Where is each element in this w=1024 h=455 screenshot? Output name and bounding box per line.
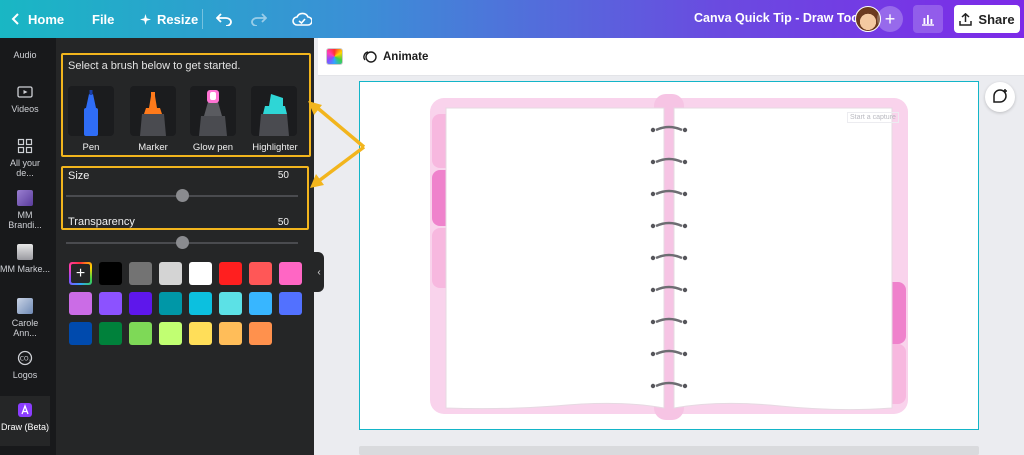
color-swatch[interactable] bbox=[99, 262, 122, 285]
color-swatch[interactable] bbox=[189, 262, 212, 285]
plus-icon: + bbox=[884, 8, 896, 29]
video-icon bbox=[17, 86, 33, 98]
undo-icon bbox=[216, 13, 232, 26]
document-title[interactable]: Canva Quick Tip - Draw Tool bbox=[694, 11, 862, 25]
color-swatch[interactable] bbox=[159, 292, 182, 315]
toolbar-divider bbox=[202, 9, 203, 29]
animate-button[interactable]: Animate bbox=[362, 49, 428, 64]
color-swatch[interactable] bbox=[99, 292, 122, 315]
save-status-button[interactable] bbox=[292, 0, 312, 38]
upload-icon bbox=[959, 12, 973, 26]
rail-label: All your de... bbox=[9, 158, 40, 178]
add-collaborator-button[interactable]: + bbox=[877, 6, 903, 32]
color-swatch[interactable] bbox=[129, 322, 152, 345]
color-swatch[interactable] bbox=[219, 292, 242, 315]
rail-label: Carole Ann... bbox=[11, 318, 39, 338]
side-rail: Audio Videos All your de... MM Brandi...… bbox=[0, 38, 56, 455]
rail-label: Audio bbox=[13, 50, 37, 60]
design-page[interactable]: Start a capture bbox=[359, 81, 979, 430]
color-swatch[interactable] bbox=[249, 262, 272, 285]
insights-button[interactable] bbox=[913, 5, 943, 33]
undo-button[interactable] bbox=[216, 0, 232, 38]
rail-item-draw[interactable]: Draw (Beta) bbox=[0, 396, 50, 446]
slider-highlight-box bbox=[61, 166, 309, 230]
top-bar: Home File Resize Canva Quick Tip - Draw … bbox=[0, 0, 1024, 38]
color-swatch[interactable] bbox=[129, 262, 152, 285]
planner-notebook-image bbox=[430, 94, 908, 420]
file-label: File bbox=[92, 11, 115, 27]
logo-icon: CO. bbox=[17, 350, 33, 366]
transparency-slider-handle[interactable] bbox=[175, 236, 189, 249]
share-button[interactable]: Share bbox=[954, 5, 1020, 33]
rail-label: MM Marke... bbox=[0, 264, 51, 274]
folder-thumb-icon bbox=[17, 298, 33, 314]
color-swatch[interactable] bbox=[69, 322, 92, 345]
sparkle-icon bbox=[140, 13, 151, 25]
rail-item-carole-ann[interactable]: Carole Ann... bbox=[0, 298, 50, 338]
redo-button[interactable] bbox=[251, 0, 267, 38]
rail-label: Logos bbox=[12, 370, 38, 380]
cloud-check-icon bbox=[292, 12, 312, 26]
color-swatch[interactable] bbox=[249, 292, 272, 315]
color-swatch[interactable] bbox=[279, 262, 302, 285]
rail-item-mm-marketing[interactable]: MM Marke... bbox=[0, 244, 50, 274]
animate-icon bbox=[363, 51, 377, 63]
rail-item-videos[interactable]: Videos bbox=[0, 84, 50, 114]
plus-icon: + bbox=[71, 264, 90, 283]
add-comment-button[interactable] bbox=[985, 82, 1015, 112]
color-swatch[interactable] bbox=[159, 262, 182, 285]
callout-arrows-icon bbox=[308, 101, 366, 188]
svg-text:CO.: CO. bbox=[20, 356, 31, 363]
rail-label: MM Brandi... bbox=[8, 210, 42, 230]
rail-label: Videos bbox=[11, 104, 39, 114]
color-swatch[interactable] bbox=[189, 322, 212, 345]
file-menu[interactable]: File bbox=[92, 0, 114, 38]
folder-thumb-icon bbox=[17, 244, 33, 260]
draw-icon bbox=[18, 403, 32, 417]
home-label: Home bbox=[28, 11, 65, 27]
color-swatch[interactable] bbox=[69, 292, 92, 315]
resize-button[interactable]: Resize bbox=[140, 0, 198, 38]
rail-item-logos[interactable]: CO. Logos bbox=[0, 350, 50, 380]
grid-icon bbox=[17, 138, 33, 154]
animate-label: Animate bbox=[383, 50, 429, 63]
capture-placeholder: Start a capture bbox=[847, 112, 899, 123]
color-swatch[interactable] bbox=[129, 292, 152, 315]
bar-chart-icon bbox=[922, 14, 934, 26]
next-page-preview[interactable] bbox=[359, 446, 979, 455]
color-swatch[interactable] bbox=[219, 322, 242, 345]
color-swatch[interactable] bbox=[99, 322, 122, 345]
resize-label: Resize bbox=[157, 11, 199, 27]
rail-item-all-designs[interactable]: All your de... bbox=[0, 138, 50, 178]
comment-plus-icon bbox=[993, 89, 1007, 103]
chevron-left-icon bbox=[11, 13, 19, 25]
color-swatch[interactable] bbox=[219, 262, 242, 285]
rail-label: Draw (Beta) bbox=[0, 422, 49, 432]
home-button[interactable]: Home bbox=[10, 0, 64, 38]
color-swatch[interactable] bbox=[189, 292, 212, 315]
color-swatch[interactable] bbox=[249, 322, 272, 345]
share-label: Share bbox=[978, 11, 1015, 27]
chevron-left-icon: ‹ bbox=[317, 266, 321, 278]
add-color-button[interactable]: + bbox=[69, 262, 92, 285]
collapse-panel-button[interactable]: ‹ bbox=[314, 252, 324, 292]
rail-item-mm-branding[interactable]: MM Brandi... bbox=[0, 190, 50, 230]
color-picker-button[interactable] bbox=[326, 48, 343, 65]
editor-toolbar: Animate bbox=[318, 38, 1024, 76]
color-swatch[interactable] bbox=[279, 292, 302, 315]
folder-thumb-icon bbox=[17, 190, 33, 206]
color-swatch[interactable] bbox=[159, 322, 182, 345]
rail-item-audio[interactable]: Audio bbox=[0, 50, 50, 60]
redo-icon bbox=[251, 13, 267, 26]
brush-highlight-box bbox=[61, 53, 311, 157]
